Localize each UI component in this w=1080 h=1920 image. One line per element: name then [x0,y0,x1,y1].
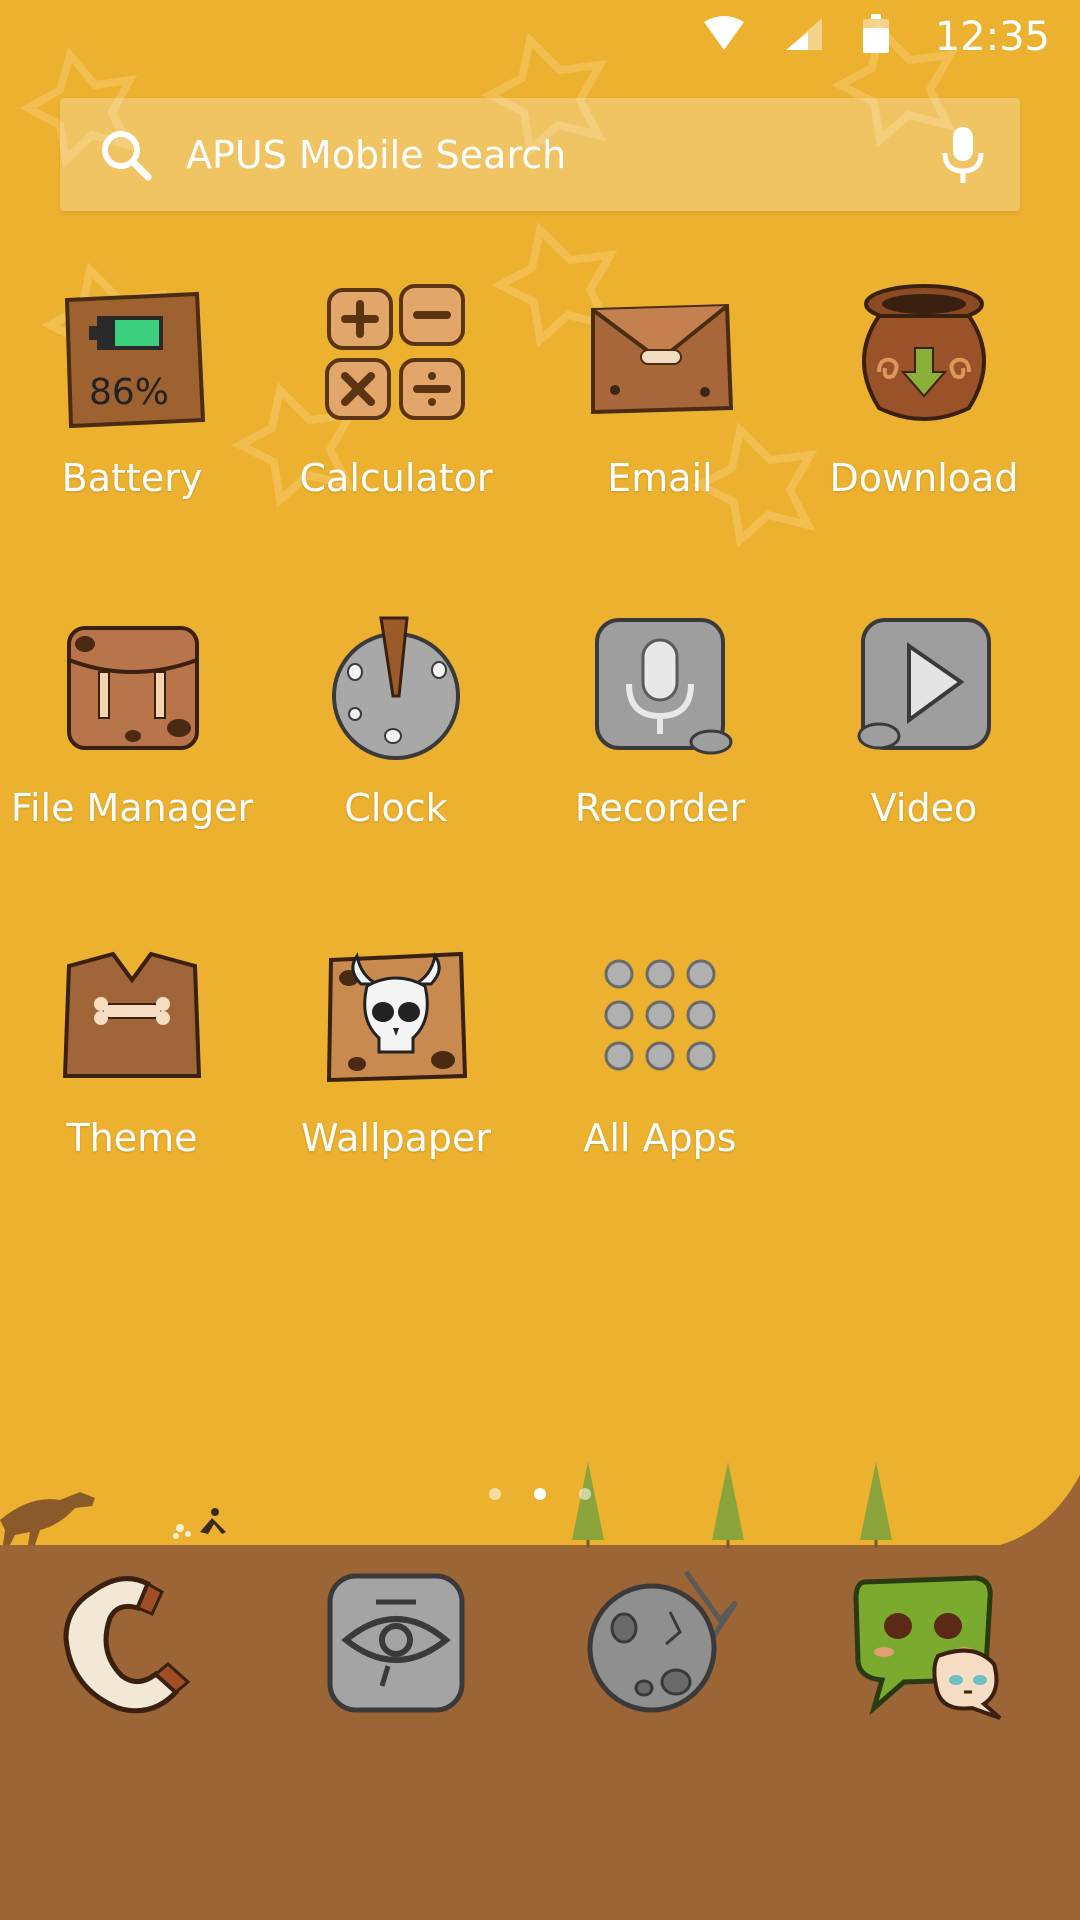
search-bar[interactable]: APUS Mobile Search [60,98,1020,211]
battery-percent: 86% [89,372,169,413]
battery-icon: 86% [64,291,206,429]
status-bar: 12:35 [0,0,1080,72]
meteor-icon [587,1570,739,1713]
app-theme[interactable]: Theme [0,940,264,1160]
app-calculator[interactable]: Calculator [264,280,528,500]
search-icon[interactable] [96,125,156,185]
dock [0,1548,1080,1728]
app-label: Calculator [299,456,493,500]
status-icons [702,14,890,58]
status-time: 12:35 [934,14,1050,60]
page-dot[interactable] [579,1488,591,1500]
app-label: All Apps [583,1116,737,1160]
app-all-apps[interactable]: All Apps [528,940,792,1160]
app-download[interactable]: Download [792,280,1056,500]
app-label: Download [829,456,1019,500]
app-label: Theme [66,1116,198,1160]
app-recorder[interactable]: Recorder [528,610,792,830]
theme-icon [62,951,202,1078]
all-apps-icon [604,959,716,1071]
dock-messages[interactable] [844,1562,1004,1722]
app-battery[interactable]: 86% Battery [0,280,264,500]
battery-status-icon [862,14,890,58]
wifi-icon [702,16,746,56]
search-placeholder[interactable]: APUS Mobile Search [186,133,936,177]
dock-camera[interactable] [580,1562,740,1722]
signal-icon [784,16,824,56]
page-dot[interactable] [489,1488,501,1500]
page-dot-active[interactable] [534,1488,546,1500]
eye-icon [327,1573,465,1713]
video-icon [857,618,991,750]
phone-icon [63,1576,191,1714]
app-label: Video [870,786,978,830]
file-manager-icon [67,626,199,750]
app-label: Recorder [574,786,746,830]
messages-icon [853,1575,1002,1720]
download-icon [862,284,986,421]
app-clock[interactable]: Clock [264,610,528,830]
wallpaper-icon [326,951,468,1083]
app-label: Wallpaper [300,1116,492,1160]
recorder-icon [595,618,733,755]
app-label: File Manager [10,786,254,830]
app-wallpaper[interactable]: Wallpaper [264,940,528,1160]
app-email[interactable]: Email [528,280,792,500]
dock-phone[interactable] [52,1562,212,1722]
calculator-icon [325,284,465,420]
dock-browser[interactable] [316,1562,476,1722]
app-file-manager[interactable]: File Manager [0,610,264,830]
clock-icon [332,616,460,760]
app-label: Clock [344,786,448,830]
email-icon [591,303,734,415]
app-label: Email [607,456,713,500]
app-video[interactable]: Video [792,610,1056,830]
mic-icon[interactable] [936,125,990,185]
app-label: Battery [61,456,203,500]
